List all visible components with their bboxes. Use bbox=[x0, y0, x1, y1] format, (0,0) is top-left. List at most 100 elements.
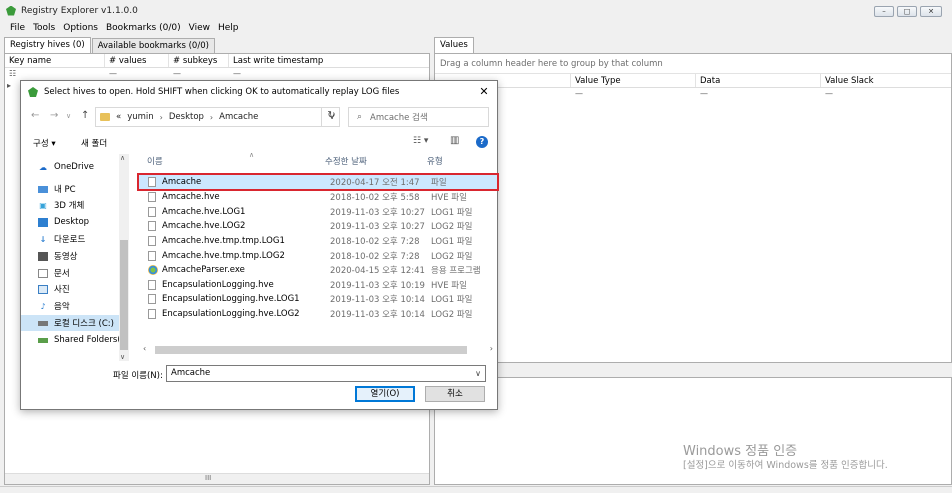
new-folder-button[interactable]: 새 폴더 bbox=[81, 137, 107, 149]
file-row[interactable]: Amcache.hve.tmp.tmp.LOG2 2018-10-02 오후 7… bbox=[139, 249, 497, 263]
file-icon bbox=[148, 177, 156, 187]
tree-item-label: 문서 bbox=[54, 269, 70, 279]
menu-options[interactable]: Options bbox=[59, 21, 102, 36]
breadcrumb-separator-icon: › bbox=[159, 112, 163, 122]
scroll-right-icon[interactable]: › bbox=[490, 344, 493, 353]
scroll-up-icon[interactable]: ∧ bbox=[120, 154, 125, 162]
file-row[interactable]: EncapsulationLogging.hve.LOG2 2019-11-03… bbox=[139, 307, 497, 321]
history-chevron-icon[interactable]: ∨ bbox=[66, 112, 71, 120]
address-bar[interactable]: « yumin › Desktop › Amcache ∨ bbox=[95, 107, 340, 127]
open-button[interactable]: 열기(O) bbox=[355, 386, 415, 402]
status-bar bbox=[0, 486, 952, 493]
col-data[interactable]: Data bbox=[696, 74, 821, 87]
tree-item-label: Shared Folders(\ bbox=[54, 335, 119, 345]
filename-dropdown-icon[interactable]: ∨ bbox=[475, 366, 481, 381]
view-options-icon[interactable]: ☷ ▾ bbox=[413, 136, 428, 146]
tab-values[interactable]: Values bbox=[434, 37, 474, 53]
tab-available-bookmarks[interactable]: Available bookmarks (0/0) bbox=[91, 38, 215, 53]
filter-cell[interactable]: — bbox=[105, 68, 169, 80]
menu-tools[interactable]: Tools bbox=[29, 21, 59, 36]
tree-item-documents[interactable]: 문서 bbox=[21, 265, 119, 281]
tree-item-downloads[interactable]: ↓ 다운로드 bbox=[21, 231, 119, 247]
file-type: HVE 파일 bbox=[431, 193, 467, 203]
col-date-modified[interactable]: 수정한 날짜 bbox=[325, 155, 367, 167]
file-name: EncapsulationLogging.hve bbox=[162, 280, 274, 290]
file-row[interactable]: EncapsulationLogging.hve 2019-11-03 오후 1… bbox=[139, 278, 497, 292]
hscroll-thumb[interactable] bbox=[155, 346, 467, 354]
col-value-slack[interactable]: Value Slack bbox=[821, 74, 951, 87]
tree-item-videos[interactable]: 동영상 bbox=[21, 248, 119, 264]
minimize-button[interactable]: – bbox=[874, 6, 894, 17]
refresh-icon[interactable]: ↻ bbox=[321, 107, 341, 127]
scroll-down-icon[interactable]: ∨ bbox=[120, 353, 125, 361]
filename-input[interactable]: Amcache ∨ bbox=[166, 365, 486, 382]
filter-cell[interactable]: — bbox=[169, 68, 229, 80]
values-grid: Drag a column header here to group by th… bbox=[434, 53, 952, 363]
maximize-button[interactable]: □ bbox=[897, 6, 917, 17]
tree-item-label: Desktop bbox=[54, 217, 90, 227]
file-type: LOG2 파일 bbox=[431, 252, 473, 262]
filter-icon[interactable]: ☷ bbox=[5, 68, 105, 80]
breadcrumb-desktop[interactable]: Desktop bbox=[169, 112, 204, 122]
help-icon[interactable]: ? bbox=[476, 136, 488, 148]
filter-cell[interactable]: — bbox=[821, 88, 946, 100]
col-name[interactable]: 이름 bbox=[147, 155, 163, 167]
file-list-hscrollbar[interactable]: ‹ › bbox=[139, 344, 497, 356]
file-row[interactable]: Amcache.hve 2018-10-02 오후 5:58 HVE 파일 bbox=[139, 190, 497, 204]
col-type[interactable]: 유형 bbox=[427, 155, 443, 167]
menu-file[interactable]: File bbox=[6, 21, 29, 36]
file-row[interactable]: Amcache.hve.LOG1 2019-11-03 오후 10:27 LOG… bbox=[139, 205, 497, 219]
col-value-type[interactable]: Value Type bbox=[571, 74, 696, 87]
file-row[interactable]: Amcache.hve.tmp.tmp.LOG1 2018-10-02 오후 7… bbox=[139, 234, 497, 248]
menu-bookmarks[interactable]: Bookmarks (0/0) bbox=[102, 21, 185, 36]
breadcrumb-amcache[interactable]: Amcache bbox=[219, 112, 258, 122]
filter-cell[interactable]: — bbox=[696, 88, 821, 100]
tree-item-my-pc[interactable]: 내 PC bbox=[21, 181, 119, 197]
breadcrumb-overflow[interactable]: « bbox=[116, 112, 121, 122]
file-row[interactable]: EncapsulationLogging.hve.LOG1 2019-11-03… bbox=[139, 292, 497, 306]
app-title: Registry Explorer v1.1.0.0 bbox=[21, 5, 138, 16]
up-arrow-icon[interactable]: ↑ bbox=[81, 110, 89, 121]
col-values[interactable]: # values bbox=[105, 54, 169, 67]
close-icon: ✕ bbox=[928, 7, 934, 15]
dialog-navbar: ← → ∨ ↑ « yumin › Desktop › Amcache ∨ ↻ … bbox=[21, 106, 499, 128]
tree-item-shared-folders[interactable]: Shared Folders(\ bbox=[21, 332, 119, 348]
tree-item-onedrive[interactable]: ☁ OneDrive bbox=[21, 159, 119, 175]
col-subkeys[interactable]: # subkeys bbox=[169, 54, 229, 67]
file-date: 2018-10-02 오후 7:28 bbox=[330, 237, 420, 247]
preview-pane-icon[interactable]: ▥ bbox=[450, 135, 459, 146]
organize-button[interactable]: 구성 ▾ bbox=[33, 137, 56, 149]
cancel-button[interactable]: 취소 bbox=[425, 386, 485, 402]
tree-item-local-disk[interactable]: 로컬 디스크 (C:) bbox=[21, 315, 119, 331]
tab-registry-hives[interactable]: Registry hives (0) bbox=[4, 37, 91, 53]
file-row[interactable]: Amcache.hve.LOG2 2019-11-03 오후 10:27 LOG… bbox=[139, 219, 497, 233]
row-expand-icon[interactable]: ▸ bbox=[5, 80, 15, 92]
file-date: 2020-04-15 오후 12:41 bbox=[330, 266, 425, 276]
file-name: Amcache.hve.tmp.tmp.LOG2 bbox=[162, 251, 285, 261]
filter-cell[interactable]: — bbox=[571, 88, 696, 100]
back-arrow-icon[interactable]: ← bbox=[31, 110, 39, 121]
dialog-close-icon[interactable]: ✕ bbox=[477, 85, 491, 98]
search-input[interactable]: ⌕ Amcache 검색 bbox=[348, 107, 489, 127]
values-pane: Values Drag a column header here to grou… bbox=[434, 37, 952, 485]
tree-item-pictures[interactable]: 사진 bbox=[21, 281, 119, 297]
file-icon bbox=[148, 294, 156, 304]
filter-cell[interactable]: — bbox=[229, 68, 329, 80]
file-row-amcache[interactable]: Amcache 2020-04-17 오전 1:47 파일 bbox=[137, 173, 499, 191]
file-row[interactable]: AmcacheParser.exe 2020-04-15 오후 12:41 응용… bbox=[139, 263, 497, 277]
scroll-left-icon[interactable]: ‹ bbox=[143, 344, 146, 353]
menu-help[interactable]: Help bbox=[214, 21, 243, 36]
menu-view[interactable]: View bbox=[185, 21, 214, 36]
col-key-name[interactable]: Key name bbox=[5, 54, 105, 67]
breadcrumb-yumin[interactable]: yumin bbox=[127, 112, 153, 122]
horizontal-scrollbar[interactable]: III bbox=[5, 473, 429, 484]
tree-scrollbar[interactable]: ∧ ∨ bbox=[119, 154, 129, 361]
tree-item-3d-objects[interactable]: ▣ 3D 개체 bbox=[21, 197, 119, 213]
tree-item-music[interactable]: ♪ 음악 bbox=[21, 298, 119, 314]
tree-scroll-thumb[interactable] bbox=[120, 240, 128, 350]
tree-item-desktop[interactable]: Desktop bbox=[21, 214, 119, 230]
close-button[interactable]: ✕ bbox=[920, 6, 942, 17]
forward-arrow-icon[interactable]: → bbox=[50, 110, 58, 121]
col-last-write[interactable]: Last write timestamp bbox=[229, 54, 429, 67]
file-name: Amcache.hve bbox=[162, 192, 220, 202]
